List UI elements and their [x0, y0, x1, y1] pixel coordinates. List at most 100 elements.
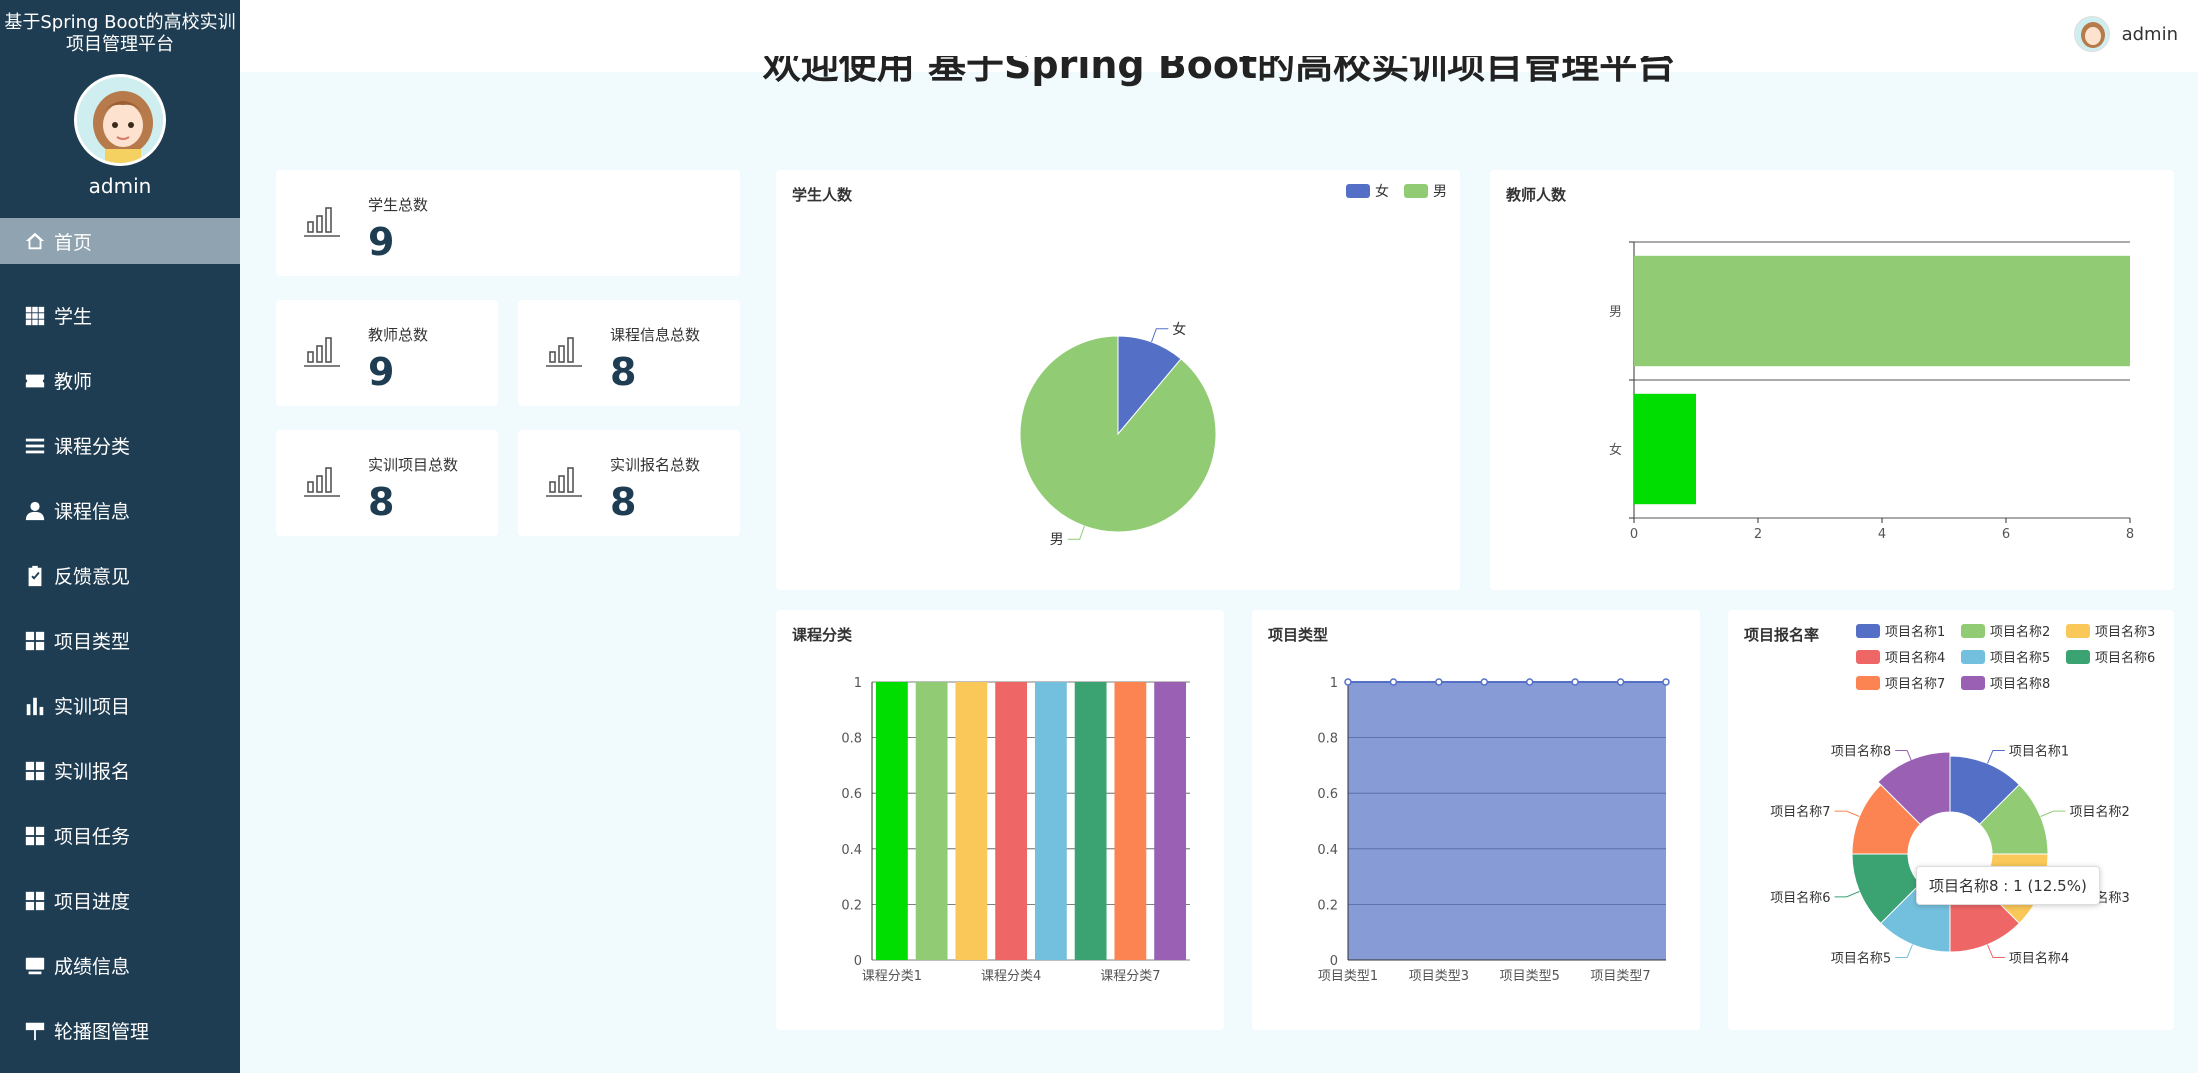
stat-value: 9 [368, 350, 395, 394]
bar-chart-icon [304, 337, 340, 367]
sidebar-item-label: 项目任务 [54, 826, 131, 848]
bar [1634, 393, 1696, 505]
stat-value: 8 [610, 480, 637, 524]
bar [1034, 682, 1067, 960]
legend-label: 男 [1433, 184, 1447, 200]
x-tick-label: 0 [1630, 527, 1638, 542]
bar [1634, 255, 2130, 367]
data-point [1616, 678, 1625, 686]
top-user-menu[interactable]: admin [2073, 16, 2178, 52]
person-icon [24, 500, 46, 522]
donut-label: 项目名称7 [1770, 804, 1830, 820]
bar-chart-icon [304, 467, 340, 497]
y-tick-label: 0.6 [841, 787, 862, 802]
stat-value: 8 [610, 350, 637, 394]
ticket-icon [24, 370, 46, 392]
bar-chart-icon [304, 207, 340, 237]
donut-label: 项目名称8 [1831, 744, 1891, 760]
area-fill [1348, 682, 1666, 960]
legend-swatch [1404, 184, 1428, 198]
grid-icon [24, 825, 46, 847]
pie-slice [1019, 335, 1217, 533]
data-point [1389, 678, 1398, 686]
donut-label-line [2040, 810, 2066, 817]
x-tick-label: 课程分类4 [981, 969, 1041, 984]
monitor-icon [24, 955, 46, 977]
avatar[interactable] [2073, 16, 2110, 52]
bar [955, 682, 988, 960]
sidebar-item-grades[interactable]: 成绩信息 [0, 933, 240, 998]
y-tick-label: 0.8 [1317, 732, 1338, 747]
legend-swatch [1961, 676, 1985, 690]
sidebar-item-label: 课程分类 [54, 436, 131, 458]
app-title-line1: 基于Spring Boot的高校实训 [4, 12, 236, 33]
legend-label: 项目名称5 [1990, 650, 2050, 666]
sidebar-item-student[interactable]: 学生 [0, 283, 240, 348]
x-tick-label: 6 [2002, 527, 2010, 542]
legend-label: 项目名称1 [1885, 624, 1945, 640]
sidebar-item-project-type[interactable]: 项目类型 [0, 608, 240, 673]
bar [915, 682, 948, 960]
sidebar-item-label: 课程信息 [54, 501, 131, 523]
sidebar-item-label: 项目进度 [54, 891, 131, 913]
stat-label: 实训报名总数 [610, 456, 701, 474]
legend-label: 项目名称7 [1885, 676, 1945, 692]
legend-swatch [1856, 676, 1880, 690]
legend-label: 项目名称8 [1990, 676, 2050, 692]
legend-label: 女 [1375, 183, 1389, 200]
bar-chart-icon [24, 695, 46, 717]
x-tick-label: 项目类型1 [1318, 969, 1378, 984]
y-tick-label: 男 [1609, 305, 1622, 320]
app-title-line2: 项目管理平台 [66, 34, 174, 55]
donut-label: 项目名称4 [2009, 950, 2069, 966]
sidebar-item-training-project[interactable]: 实训项目 [0, 673, 240, 738]
x-tick-label: 2 [1754, 527, 1762, 542]
sidebar-item-label: 轮播图管理 [54, 1021, 150, 1043]
sidebar-item-project-progress[interactable]: 项目进度 [0, 868, 240, 933]
sidebar-item-teacher[interactable]: 教师 [0, 348, 240, 413]
stat-card-signups: 实训报名总数 8 [518, 430, 740, 536]
type-area-chart: 0 0.2 0.4 0.6 0.8 1 项目类型1 项目类型3 项目类型5 项目类型7 [1317, 676, 1670, 984]
sidebar-item-course-category[interactable]: 课程分类 [0, 413, 240, 478]
sidebar-item-label: 实训项目 [54, 696, 131, 718]
donut-label: 项目名称1 [2009, 744, 2069, 760]
donut-label-line [1834, 810, 1860, 817]
bar [995, 682, 1028, 960]
sidebar-item-feedback[interactable]: 反馈意见 [0, 543, 240, 608]
stat-value: 8 [368, 480, 395, 524]
bar [875, 682, 908, 960]
sidebar: 基于Spring Boot的高校实训 项目管理平台 admin 首页 学生 教师 [0, 0, 240, 1073]
sidebar-avatar[interactable] [74, 74, 166, 166]
course-bar-card: 课程分类 0 0.2 0.4 0.6 0.8 1 课程分类1 课程分类4 课程分类7 [776, 610, 1224, 1030]
sidebar-item-label: 实训报名 [54, 761, 131, 783]
sidebar-item-project-task[interactable]: 项目任务 [0, 803, 240, 868]
legend-swatch [2066, 624, 2090, 638]
top-username: admin [2121, 23, 2178, 45]
sidebar-item-course-info[interactable]: 课程信息 [0, 478, 240, 543]
legend-swatch [1346, 184, 1370, 198]
sidebar-item-home[interactable]: 首页 [0, 218, 240, 264]
page-title-text: 欢迎使用 基于Spring Boot的高校实训项目管理平台 [762, 56, 1676, 87]
avatar-illustration [77, 77, 163, 163]
sidebar-item-label: 项目类型 [54, 631, 131, 653]
y-tick-label: 0 [1330, 954, 1338, 969]
data-point [1480, 678, 1489, 686]
y-tick-label: 1 [854, 676, 862, 691]
legend-swatch [1856, 624, 1880, 638]
sidebar-menu: 首页 学生 教师 课程分类 课程信息 反馈意见 项目类型 实训项目 实训报名 项… [0, 218, 240, 1063]
donut-label: 项目名称2 [2069, 804, 2129, 820]
data-point [1525, 678, 1534, 686]
pie-label-line [1067, 525, 1085, 540]
grid-icon [24, 760, 46, 782]
bar [1074, 682, 1107, 960]
x-tick-label: 项目类型7 [1590, 969, 1650, 984]
student-pie-chart: 女男女男 [1019, 183, 1447, 548]
x-tick-label: 项目类型3 [1409, 969, 1469, 984]
donut-label: 项目名称5 [1831, 950, 1891, 966]
grid-icon [24, 890, 46, 912]
stat-label: 实训项目总数 [368, 456, 459, 474]
sidebar-item-training-signup[interactable]: 实训报名 [0, 738, 240, 803]
sidebar-item-carousel[interactable]: 轮播图管理 [0, 998, 240, 1063]
home-icon [24, 230, 46, 252]
chart-tooltip: 项目名称8 : 1 (12.5%) [1916, 866, 2100, 905]
